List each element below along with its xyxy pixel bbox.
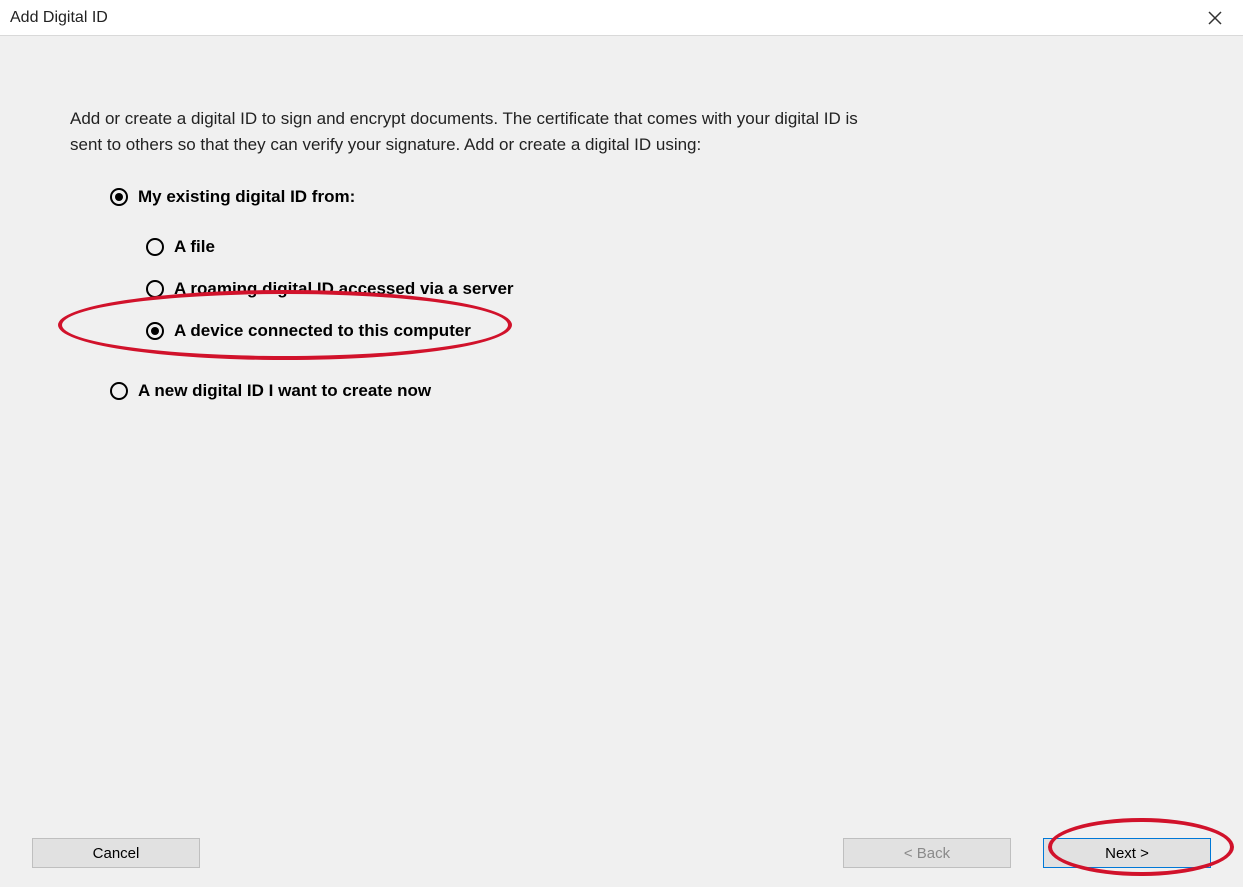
radio-file[interactable] [146, 238, 164, 256]
option-device[interactable]: A device connected to this computer [146, 321, 1173, 341]
next-button[interactable]: Next > [1043, 838, 1211, 868]
titlebar: Add Digital ID [0, 0, 1243, 36]
option-create-label: A new digital ID I want to create now [138, 381, 431, 401]
radio-create[interactable] [110, 382, 128, 400]
option-create[interactable]: A new digital ID I want to create now [110, 381, 1173, 401]
option-server-label: A roaming digital ID accessed via a serv… [174, 279, 514, 299]
option-existing[interactable]: My existing digital ID from: [110, 187, 1173, 207]
radio-server[interactable] [146, 280, 164, 298]
back-button: < Back [843, 838, 1011, 868]
option-file[interactable]: A file [146, 237, 1173, 257]
dialog-footer: Cancel < Back Next > [0, 829, 1243, 877]
option-file-label: A file [174, 237, 215, 257]
option-device-label: A device connected to this computer [174, 321, 471, 341]
intro-text: Add or create a digital ID to sign and e… [70, 106, 890, 159]
cancel-button[interactable]: Cancel [32, 838, 200, 868]
radio-existing[interactable] [110, 188, 128, 206]
window-title: Add Digital ID [10, 9, 108, 27]
nav-buttons: < Back Next > [843, 838, 1211, 868]
dialog-content: Add or create a digital ID to sign and e… [0, 36, 1243, 887]
radio-device[interactable] [146, 322, 164, 340]
close-button[interactable] [1201, 4, 1229, 32]
option-existing-label: My existing digital ID from: [138, 187, 355, 207]
option-server[interactable]: A roaming digital ID accessed via a serv… [146, 279, 1173, 299]
existing-sub-options: A file A roaming digital ID accessed via… [146, 237, 1173, 341]
close-icon [1208, 11, 1222, 25]
option-group: My existing digital ID from: A file A ro… [110, 187, 1173, 401]
